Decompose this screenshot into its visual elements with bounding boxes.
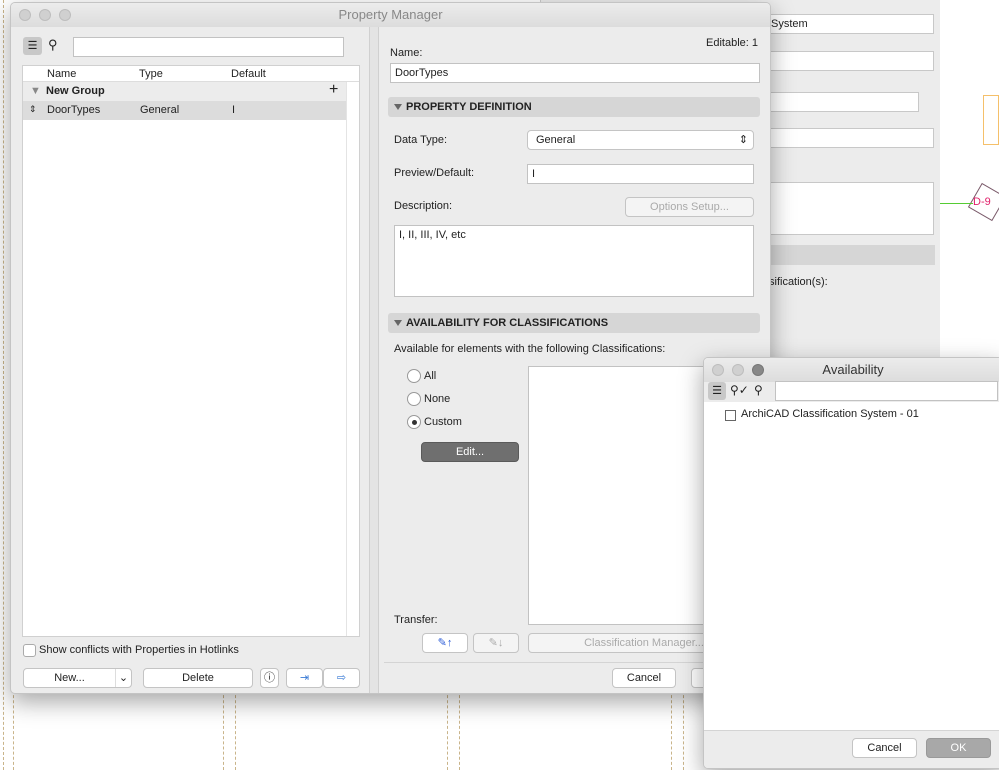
data-type-value: General: [536, 134, 576, 146]
name-input[interactable]: DoorTypes: [390, 63, 760, 83]
cell-type: General: [140, 104, 180, 116]
titlebar[interactable]: Availability: [704, 358, 999, 382]
radio-all[interactable]: [407, 369, 421, 383]
data-type-select[interactable]: General ⇕: [527, 130, 754, 150]
close-button[interactable]: [712, 364, 724, 376]
list-view-icon[interactable]: ☰: [23, 37, 42, 55]
titlebar[interactable]: Property Manager: [11, 3, 770, 27]
property-list: Name Type Default ▼ New Group + ⇕ DoorTy…: [22, 65, 360, 637]
availability-window: Availability ☰ ⚲✓ ⚲ ArchiCAD Classificat…: [703, 357, 999, 769]
bg-field: [766, 92, 919, 112]
column-name[interactable]: Name: [47, 68, 76, 80]
bg-section: [766, 245, 935, 265]
name-label: Name:: [390, 47, 423, 59]
zoom-button[interactable]: [752, 364, 764, 376]
add-icon[interactable]: +: [329, 81, 338, 99]
bg-field: [766, 51, 934, 71]
description-textarea[interactable]: I, II, III, IV, etc: [394, 225, 754, 297]
cancel-button[interactable]: Cancel: [852, 738, 917, 758]
zoom-button[interactable]: [59, 9, 71, 21]
data-type-label: Data Type:: [394, 134, 447, 146]
column-default[interactable]: Default: [231, 68, 266, 80]
disclosure-triangle-icon[interactable]: ▼: [30, 85, 41, 97]
bg-label: sification(s):: [769, 276, 828, 288]
inject-icon[interactable]: ✎↓: [473, 633, 519, 653]
section-property-definition[interactable]: PROPERTY DEFINITION: [388, 97, 760, 117]
ok-button[interactable]: OK: [926, 738, 991, 758]
pick-up-icon[interactable]: ✎↑: [422, 633, 468, 653]
door-tag: D-9: [973, 196, 991, 208]
classification-checkbox[interactable]: [725, 410, 736, 421]
stepper-icon: ⇕: [738, 134, 748, 146]
minimize-button[interactable]: [732, 364, 744, 376]
window-title: Availability: [822, 362, 884, 377]
chevron-down-icon[interactable]: ⌄: [115, 669, 131, 687]
new-label: New...: [54, 672, 85, 684]
preview-input[interactable]: I: [527, 164, 754, 184]
section-availability[interactable]: AVAILABILITY FOR CLASSIFICATIONS: [388, 313, 760, 333]
scrollbar[interactable]: [346, 82, 359, 636]
bg-field: System: [766, 14, 934, 34]
editable-count: Editable: 1: [706, 37, 758, 49]
radio-none[interactable]: [407, 392, 421, 406]
search-checked-icon[interactable]: ⚲✓: [730, 383, 749, 397]
list-view-icon[interactable]: ☰: [708, 382, 726, 400]
description-label: Description:: [394, 200, 453, 212]
cancel-button[interactable]: Cancel: [612, 668, 676, 688]
minimize-button[interactable]: [39, 9, 51, 21]
options-setup-button[interactable]: Options Setup...: [625, 197, 754, 217]
import-icon[interactable]: ⇥: [286, 668, 323, 688]
edit-button[interactable]: Edit...: [421, 442, 519, 462]
group-row[interactable]: ▼ New Group +: [23, 81, 346, 101]
reorder-icon[interactable]: ⇕: [29, 104, 37, 115]
splitter[interactable]: [369, 27, 379, 693]
bg-field: [766, 128, 934, 148]
radio-custom[interactable]: [407, 415, 421, 429]
close-button[interactable]: [19, 9, 31, 21]
cell-name: DoorTypes: [47, 104, 101, 116]
export-icon[interactable]: ⇨: [323, 668, 360, 688]
window-title: Property Manager: [338, 7, 443, 22]
table-row[interactable]: ⇕ DoorTypes General I: [23, 101, 346, 120]
radio-all-label: All: [424, 370, 437, 382]
radio-none-label: None: [424, 393, 451, 405]
search-icon[interactable]: ⚲: [48, 37, 58, 53]
show-conflicts-checkbox[interactable]: [23, 644, 36, 657]
cell-default: I: [232, 104, 236, 116]
group-name: New Group: [46, 85, 105, 97]
classification-label: ArchiCAD Classification System - 01: [741, 408, 919, 420]
transfer-label: Transfer:: [394, 614, 438, 626]
radio-custom-label: Custom: [424, 416, 462, 428]
column-type[interactable]: Type: [139, 68, 163, 80]
search-input[interactable]: [73, 37, 344, 57]
cad-drawing: D-9: [940, 0, 999, 357]
new-button[interactable]: New... ⌄: [23, 668, 132, 688]
bg-field: [766, 182, 934, 235]
info-icon[interactable]: ⓘ: [260, 668, 279, 688]
preview-label: Preview/Default:: [394, 167, 475, 179]
search-icon[interactable]: ⚲: [754, 383, 763, 397]
delete-button[interactable]: Delete: [143, 668, 253, 688]
show-conflicts-label: Show conflicts with Properties in Hotlin…: [39, 644, 239, 656]
available-text: Available for elements with the followin…: [394, 343, 666, 355]
search-input[interactable]: [775, 381, 998, 401]
